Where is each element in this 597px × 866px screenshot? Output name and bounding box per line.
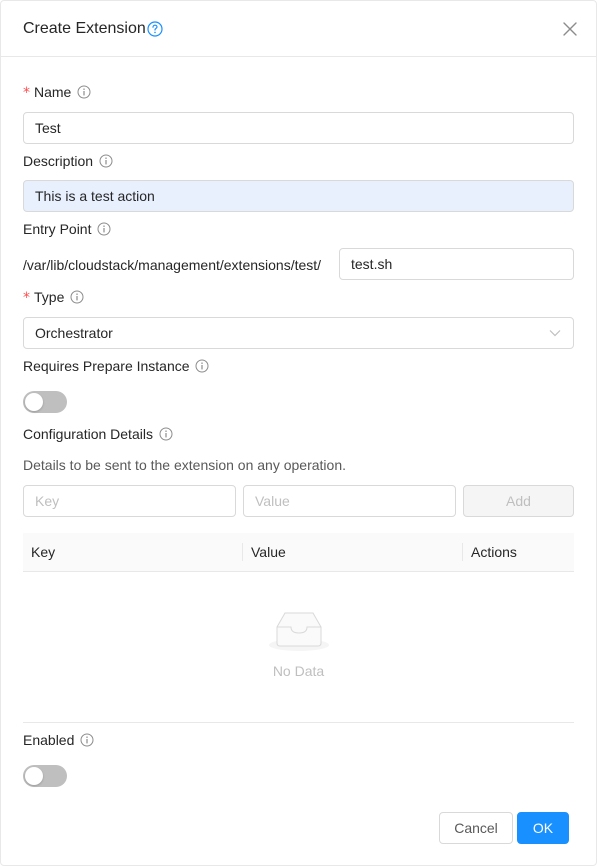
toggle-knob <box>25 393 43 411</box>
ok-button[interactable]: OK <box>517 812 569 844</box>
required-mark: * <box>23 290 30 306</box>
entry-point-label: Entry Point <box>23 221 111 237</box>
column-header-value: Value <box>251 544 286 560</box>
column-header-actions: Actions <box>471 544 517 560</box>
toggle-knob <box>25 767 43 785</box>
cancel-button[interactable]: Cancel <box>439 812 513 844</box>
add-button[interactable]: Add <box>463 485 574 517</box>
enabled-toggle[interactable] <box>23 765 67 787</box>
info-icon[interactable] <box>77 85 91 99</box>
type-select[interactable]: Orchestrator <box>23 317 574 349</box>
description-input[interactable]: This is a test action <box>23 180 574 212</box>
configuration-details-label: Configuration Details <box>23 426 173 442</box>
info-icon[interactable] <box>97 222 111 236</box>
info-icon[interactable] <box>80 733 94 747</box>
config-table-header: Key Value Actions <box>23 533 574 572</box>
requires-prepare-label: Requires Prepare Instance <box>23 358 209 374</box>
entry-point-prefix: /var/lib/cloudstack/management/extension… <box>23 257 322 273</box>
info-icon[interactable] <box>70 290 84 304</box>
column-header-key: Key <box>31 544 56 560</box>
description-label: Description <box>23 153 113 169</box>
column-separator <box>242 543 243 561</box>
config-key-input[interactable]: Key <box>23 485 236 517</box>
key-placeholder: Key <box>35 493 60 509</box>
info-icon[interactable] <box>99 154 113 168</box>
name-input[interactable]: Test <box>23 112 574 144</box>
create-extension-dialog: Create Extension * Name Test Description … <box>0 0 597 866</box>
chevron-down-icon <box>549 330 561 337</box>
column-separator <box>462 543 463 561</box>
dialog-title: Create Extension <box>23 20 146 37</box>
info-icon[interactable] <box>159 427 173 441</box>
config-value-input[interactable]: Value <box>243 485 456 517</box>
dialog-header: Create Extension <box>1 1 596 57</box>
required-mark: * <box>23 85 30 101</box>
enabled-label: Enabled <box>23 732 94 748</box>
name-label: * Name <box>23 84 91 101</box>
info-icon[interactable] <box>195 359 209 373</box>
configuration-hint: Details to be sent to the extension on a… <box>23 457 346 473</box>
divider <box>23 722 574 723</box>
type-selected-value: Orchestrator <box>35 325 113 341</box>
empty-inbox-icon <box>269 612 329 651</box>
close-icon[interactable] <box>561 20 579 38</box>
entry-point-input[interactable]: test.sh <box>339 248 574 280</box>
requires-prepare-toggle[interactable] <box>23 391 67 413</box>
type-label: * Type <box>23 289 84 306</box>
help-icon[interactable] <box>147 21 163 37</box>
empty-state-text: No Data <box>272 663 325 679</box>
value-placeholder: Value <box>255 493 290 509</box>
